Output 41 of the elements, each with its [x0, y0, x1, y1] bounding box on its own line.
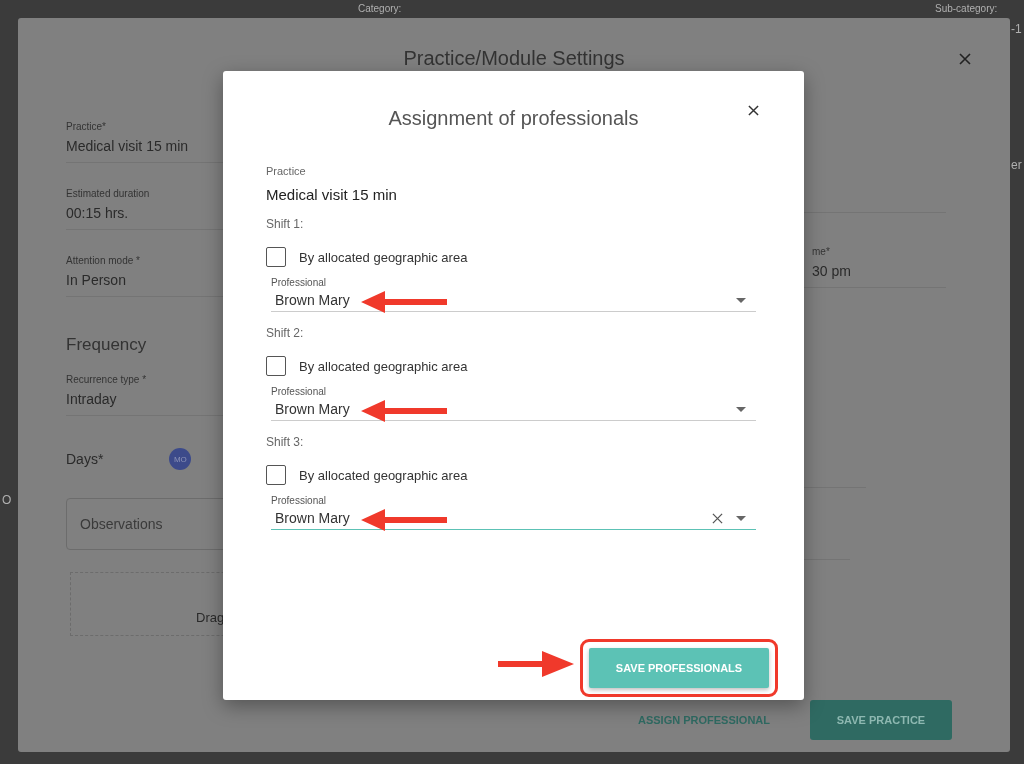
- shift-label: Shift 3:: [266, 435, 305, 449]
- field-value[interactable]: 00:15 hrs.: [66, 203, 224, 223]
- field-label: Practice*: [66, 120, 107, 134]
- practice-value: Medical visit 15 min: [266, 186, 398, 203]
- page-text-fragment: O: [2, 493, 12, 507]
- modal-title: Practice/Module Settings: [403, 46, 625, 70]
- checkbox[interactable]: [266, 465, 286, 485]
- field-value[interactable]: In Person: [66, 270, 224, 290]
- shift-label: Shift 1:: [266, 217, 305, 231]
- field-value[interactable]: Intraday: [66, 389, 224, 409]
- dialog-title: Assignment of professionals: [388, 106, 639, 130]
- subcategory-label: Sub-category:: [935, 3, 998, 14]
- professional-select[interactable]: Professional Brown Mary: [271, 495, 756, 530]
- practice-label: Practice: [266, 165, 307, 177]
- checkbox[interactable]: [266, 247, 286, 267]
- save-practice-button[interactable]: SAVE PRACTICE: [810, 700, 952, 740]
- close-icon[interactable]: [748, 105, 759, 116]
- professional-select[interactable]: Professional Brown Mary: [271, 386, 756, 421]
- field-label: Attention mode *: [66, 254, 141, 268]
- professional-select[interactable]: Professional Brown Mary: [271, 277, 756, 312]
- category-label: Category:: [358, 3, 402, 14]
- checkbox[interactable]: [266, 356, 286, 376]
- checkbox-label: By allocated geographic area: [299, 467, 468, 483]
- field-label: Estimated duration: [66, 187, 151, 201]
- clear-icon[interactable]: [712, 512, 723, 524]
- field-label: Recurrence type *: [66, 373, 148, 387]
- caret-icon[interactable]: [736, 515, 746, 521]
- save-professionals-button[interactable]: SAVE PROFESSIONALS: [589, 648, 769, 688]
- caret-icon[interactable]: [736, 297, 746, 303]
- day-chip[interactable]: MO: [169, 448, 192, 470]
- checkbox-label: By allocated geographic area: [299, 358, 468, 374]
- page-text-fragment: -1: [1011, 22, 1022, 36]
- shift-label: Shift 2:: [266, 326, 305, 340]
- field-label: me*: [812, 245, 831, 259]
- caret-icon[interactable]: [736, 406, 746, 412]
- days-label: Days*: [66, 451, 104, 467]
- checkbox-label: By allocated geographic area: [299, 249, 468, 265]
- field-value[interactable]: 30 pm: [812, 261, 946, 281]
- section-heading: Frequency: [66, 335, 148, 355]
- page-text-fragment: er: [1011, 158, 1022, 172]
- field-value[interactable]: Medical visit 15 min: [66, 136, 224, 156]
